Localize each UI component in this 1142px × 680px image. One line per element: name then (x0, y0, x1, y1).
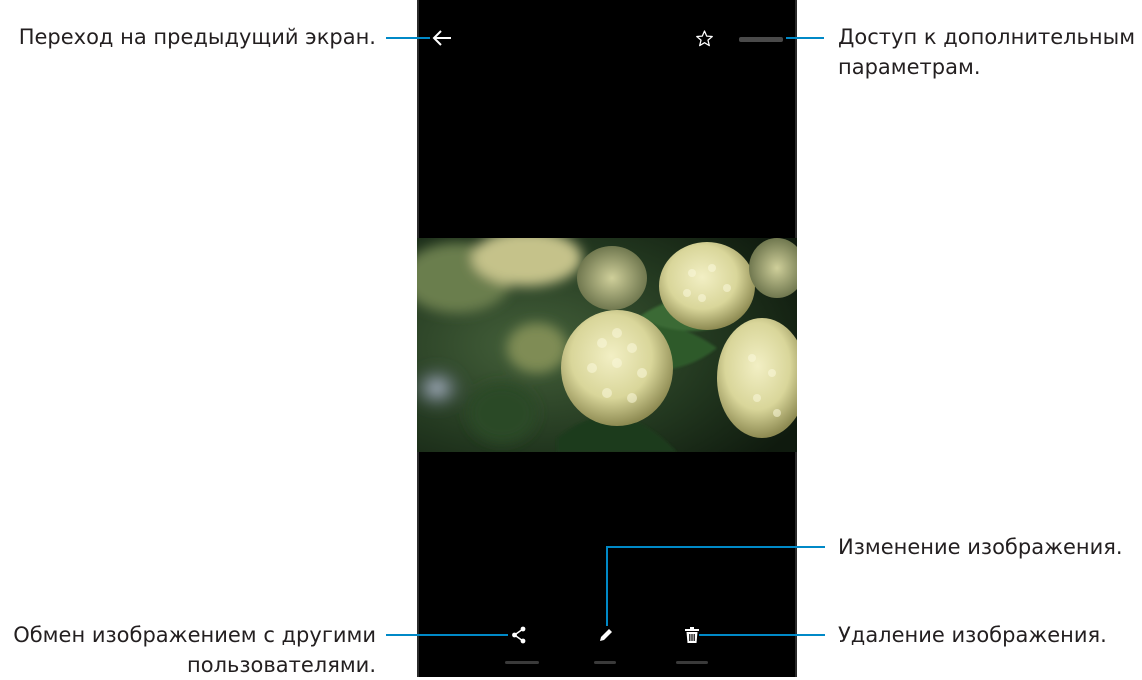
image-preview[interactable] (417, 238, 797, 452)
trash-icon[interactable] (685, 627, 699, 643)
delete-label-placeholder (676, 661, 708, 664)
callout-line-share (386, 634, 508, 636)
more-options-button[interactable] (739, 37, 783, 42)
callout-more-line2: параметрам. (838, 55, 981, 79)
hydrangea-photo (417, 238, 797, 452)
callout-line-more (786, 37, 824, 39)
callout-line-delete (699, 634, 825, 636)
callout-line-back (386, 37, 430, 39)
callout-delete: Удаление изображения. (838, 620, 1107, 650)
share-label-placeholder (505, 661, 539, 664)
callout-back: Переход на предыдущий экран. (19, 22, 376, 52)
pencil-icon[interactable] (598, 627, 614, 643)
callout-share-line1: Обмен изображением с другими (13, 623, 376, 647)
callout-line-edit-v (606, 546, 608, 626)
share-icon[interactable] (511, 626, 527, 644)
callout-edit-text: Изменение изображения. (838, 535, 1123, 559)
callout-share-line2: пользователями. (186, 653, 376, 677)
callout-back-text: Переход на предыдущий экран. (18, 25, 376, 49)
callout-share: Обмен изображением с другими пользовател… (13, 620, 376, 680)
edit-label-placeholder (594, 661, 616, 664)
callout-more: Доступ к дополнительным параметрам. (838, 22, 1135, 82)
back-arrow-icon[interactable] (431, 29, 453, 47)
callout-line-edit-h (606, 546, 825, 548)
callout-delete-text: Удаление изображения. (838, 623, 1107, 647)
callout-more-line1: Доступ к дополнительным (838, 25, 1136, 49)
callout-edit: Изменение изображения. (838, 532, 1123, 562)
favorite-star-icon[interactable] (695, 29, 714, 48)
